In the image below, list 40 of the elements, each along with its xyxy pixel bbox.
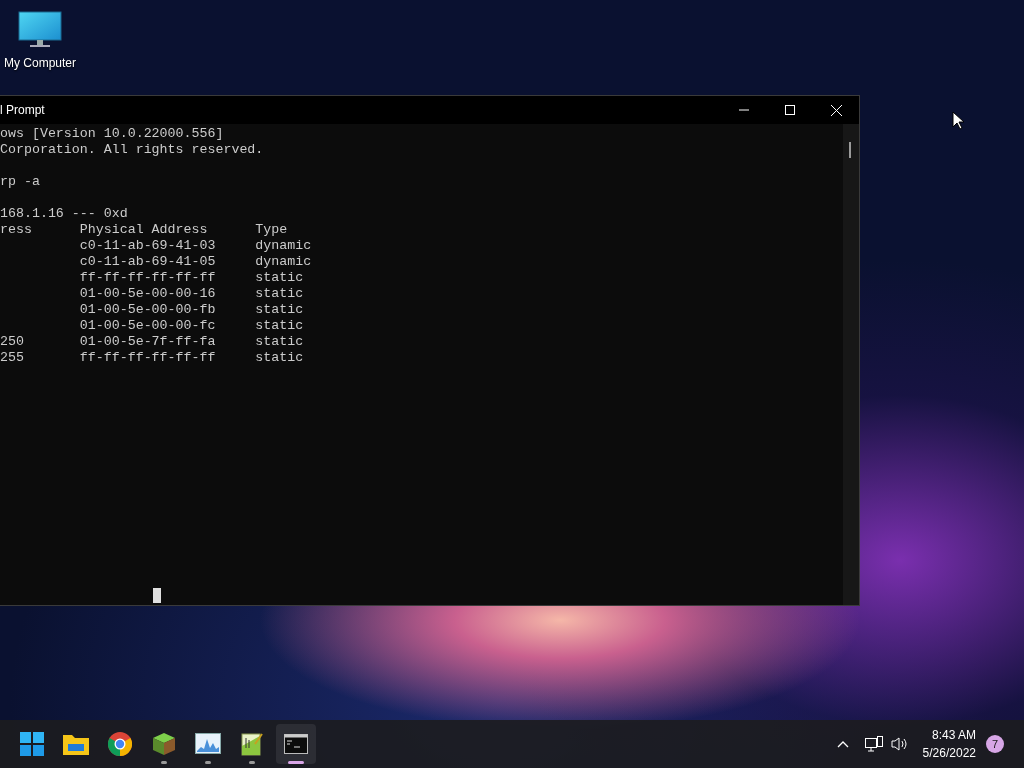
grass-block-icon [152,732,176,756]
monitor-icon[interactable] [18,10,62,50]
running-indicator [205,761,211,764]
console-line: c0-11-ab-69-41-03 dynamic [78,238,312,254]
window-title: l Prompt [0,102,45,119]
clock[interactable]: 8:43 AM 5/26/2022 [922,726,976,762]
time-text: 8:43 AM [930,727,976,744]
maximize-icon [785,105,795,115]
chart-icon [195,733,221,755]
console-line: 01-00-5e-00-00-fc static [78,318,304,334]
console-line: Corporation. All rights reserved. [0,142,264,158]
notepad-icon [241,732,263,756]
date-text: 5/26/2022 [922,745,976,762]
desktop-icon-label[interactable]: My Computer [4,54,76,72]
windows-logo-icon [20,732,44,756]
console-line: 255 ff-ff-ff-ff-ff-ff static [0,350,304,366]
console-line: 01-00-5e-00-00-16 static [78,286,304,302]
console-line: ress Physical Address Type [0,222,288,238]
mouse-pointer-icon [952,111,964,130]
terminal-icon [284,734,308,754]
running-indicator [288,761,304,764]
taskbar-app-button[interactable] [276,724,316,764]
running-indicator [249,761,255,764]
console-line: rp -a [0,174,40,190]
scrollbar[interactable] [843,124,859,605]
volume-icon[interactable] [890,736,909,752]
console-line: 250 01-00-5e-7f-ff-fa static [0,334,304,350]
notification-count[interactable]: 7 [986,735,1004,753]
text-cursor [153,588,161,603]
chevron-up-icon[interactable] [836,740,849,748]
console-line: ff-ff-ff-ff-ff-ff static [78,270,304,286]
running-indicator [161,761,167,764]
console-line: 168.1.16 --- 0xd [0,206,128,222]
browser-icon [108,732,132,756]
folder-icon [63,733,89,755]
network-icon[interactable] [864,736,883,752]
console-line: c0-11-ab-69-41-05 dynamic [78,254,312,270]
close-icon [830,104,842,116]
console-line: 01-00-5e-00-00-fb static [78,302,304,318]
console-line: ows [Version 10.0.22000.556] [0,126,224,142]
